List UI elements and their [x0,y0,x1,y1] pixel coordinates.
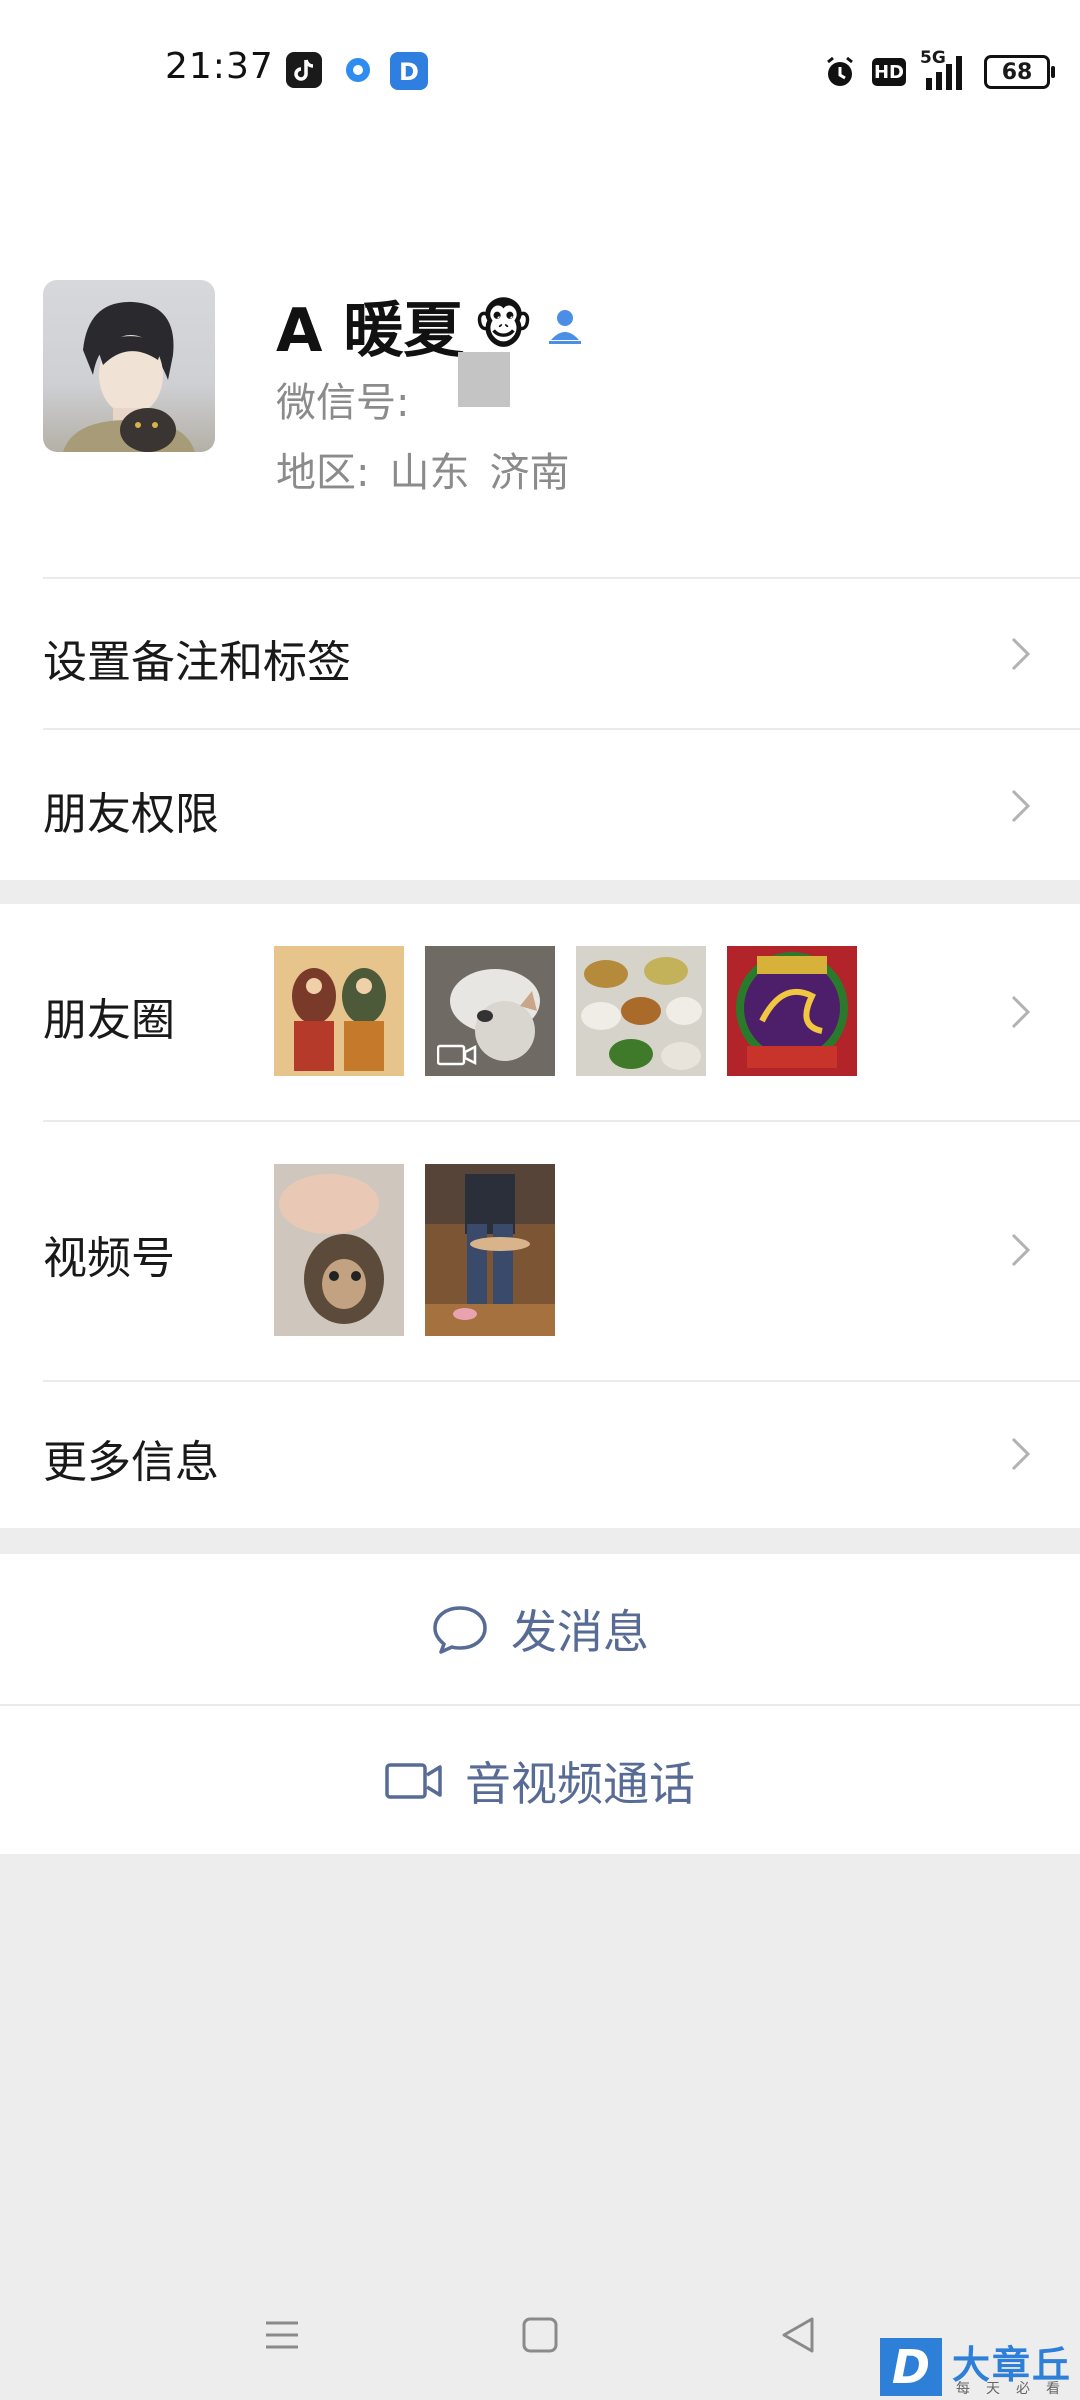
wechat-id-redaction [458,352,510,407]
contact-name-text: A 暖夏 [276,296,464,366]
moments-label: 朋友圈 [43,995,175,1046]
avatar[interactable] [43,280,215,452]
chevron-right-icon [1011,995,1031,1029]
moments-row[interactable]: 朋友圈 [0,904,1080,1120]
remark-tags-row[interactable]: 设置备注和标签 [0,580,1080,728]
chevron-right-icon [1011,1233,1031,1267]
remark-tags-label: 设置备注和标签 [43,637,351,688]
av-call-button[interactable]: 音视频通话 [0,1706,1080,1856]
region-city: 济南 [489,450,570,496]
region-province: 山东 [389,450,470,496]
video-camera-icon [437,1044,477,1066]
moment-thumbnail[interactable] [576,946,706,1076]
dazhangqiu-app-icon: D [390,52,428,90]
signal-icon: 5G [920,48,970,90]
region: 地区: 山东 济南 [276,440,569,498]
contact-person-icon [549,309,582,344]
more-info-row[interactable]: 更多信息 [0,1382,1080,1528]
channels-label: 视频号 [43,1233,175,1284]
divider [43,577,1080,579]
channels-thumbnails [274,1164,555,1336]
chevron-right-icon [1011,1437,1031,1471]
avatar-illustration [63,301,195,452]
channel-video-thumbnail[interactable] [274,1164,404,1336]
status-right-group: HD 5G 68 [822,48,1055,92]
tiktok-icon [286,52,322,88]
wechat-id-label: 微信号: [276,380,410,426]
back-nav-icon[interactable] [778,2315,818,2355]
section-gap [0,1528,1080,1554]
battery-icon: 68 [984,55,1055,89]
channels-row[interactable]: 视频号 [0,1122,1080,1380]
hd-icon: HD [872,58,906,86]
status-time: 21:37 [165,46,274,87]
send-message-label: 发消息 [511,1605,649,1659]
alarm-icon [827,56,853,86]
status-bar: 21:37 D HD 5G 68 [0,0,1080,140]
more-info-label: 更多信息 [43,1437,219,1488]
chat-bubble-icon [433,1606,487,1654]
monkey-emoji: 🐵 [473,295,534,356]
friend-permissions-label: 朋友权限 [43,789,219,840]
channel-video-thumbnail[interactable] [425,1164,555,1336]
friend-permissions-row[interactable]: 朋友权限 [0,730,1080,880]
watermark-slogan: 每天必看 [956,2381,1076,2397]
watermark-logo: D [880,2338,942,2396]
chevron-right-icon [1011,789,1031,823]
moment-thumbnail[interactable] [274,946,404,1076]
moment-thumbnail[interactable] [727,946,857,1076]
moments-thumbnails [274,946,857,1076]
menu-icon[interactable] [262,2315,302,2355]
av-call-label: 音视频通话 [465,1757,695,1811]
chevron-right-icon [1011,637,1031,671]
browser-icon [340,52,376,88]
section-gap [0,880,1080,904]
send-message-button[interactable]: 发消息 [0,1554,1080,1704]
video-call-icon [385,1763,442,1799]
contact-name: A 暖夏 🐵 [276,282,587,369]
svg-text:D: D [399,58,419,86]
moment-video-thumbnail[interactable] [425,946,555,1076]
region-label: 地区: [276,450,370,496]
wechat-id: 微信号: [276,370,409,428]
watermark: D 大章丘 每天必看 [880,2338,1080,2400]
home-icon[interactable] [520,2315,560,2355]
